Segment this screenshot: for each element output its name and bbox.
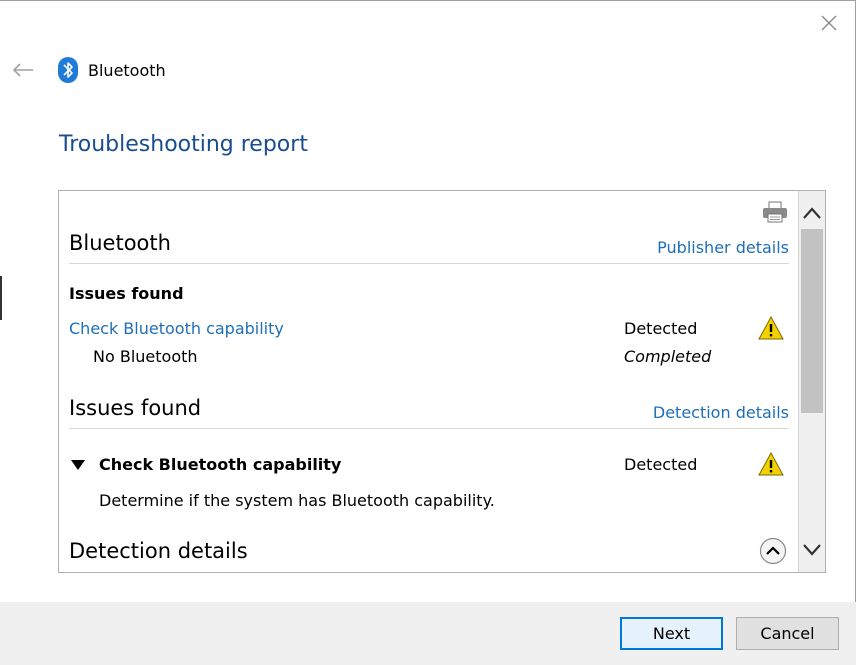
triangle-down-icon bbox=[71, 459, 85, 470]
section-heading-bluetooth: Bluetooth bbox=[69, 231, 171, 255]
troubleshooter-window: Bluetooth Troubleshooting report Bluetoo… bbox=[0, 0, 856, 665]
collapse-up-icon[interactable] bbox=[759, 537, 787, 565]
close-button[interactable] bbox=[817, 11, 841, 35]
close-icon bbox=[821, 15, 837, 31]
detection-details-link[interactable]: Detection details bbox=[653, 403, 789, 422]
footer-bar: Next Cancel bbox=[0, 602, 856, 665]
issues-found-label: Issues found bbox=[69, 284, 184, 303]
divider bbox=[69, 263, 789, 264]
cancel-button[interactable]: Cancel bbox=[736, 617, 839, 650]
no-bluetooth-text: No Bluetooth bbox=[93, 347, 198, 366]
issue-status: Detected bbox=[624, 319, 698, 338]
check-bluetooth-capability-link[interactable]: Check Bluetooth capability bbox=[69, 319, 284, 338]
issue-expander[interactable]: Check Bluetooth capability bbox=[71, 455, 341, 474]
divider bbox=[69, 428, 789, 429]
issue-title: Check Bluetooth capability bbox=[99, 455, 342, 474]
issue-status-detail: Detected bbox=[624, 455, 698, 474]
print-icon[interactable] bbox=[762, 201, 788, 223]
scroll-down-button[interactable] bbox=[799, 536, 825, 564]
report-content: Bluetooth Publisher details Issues found… bbox=[59, 191, 799, 572]
report-panel: Bluetooth Publisher details Issues found… bbox=[58, 190, 826, 573]
chevron-up-icon bbox=[803, 207, 821, 219]
next-button[interactable]: Next bbox=[620, 617, 723, 650]
bluetooth-icon bbox=[58, 57, 78, 83]
section-heading-detection-details: Detection details bbox=[69, 539, 248, 563]
section-heading-issues-found: Issues found bbox=[69, 396, 202, 420]
publisher-details-link[interactable]: Publisher details bbox=[657, 238, 789, 257]
issue-description: Determine if the system has Bluetooth ca… bbox=[99, 491, 495, 510]
completed-status: Completed bbox=[624, 347, 712, 366]
scroll-up-button[interactable] bbox=[799, 199, 825, 227]
warning-icon bbox=[758, 452, 784, 476]
app-header: Bluetooth bbox=[58, 55, 166, 85]
vertical-scrollbar[interactable] bbox=[798, 191, 825, 572]
app-title: Bluetooth bbox=[88, 60, 166, 80]
window-edge-marker bbox=[0, 276, 2, 320]
back-button[interactable] bbox=[10, 57, 36, 83]
chevron-down-icon bbox=[803, 544, 821, 556]
warning-icon bbox=[758, 316, 784, 340]
page-title: Troubleshooting report bbox=[59, 132, 308, 157]
scroll-thumb[interactable] bbox=[801, 229, 823, 413]
back-arrow-icon bbox=[12, 63, 33, 77]
